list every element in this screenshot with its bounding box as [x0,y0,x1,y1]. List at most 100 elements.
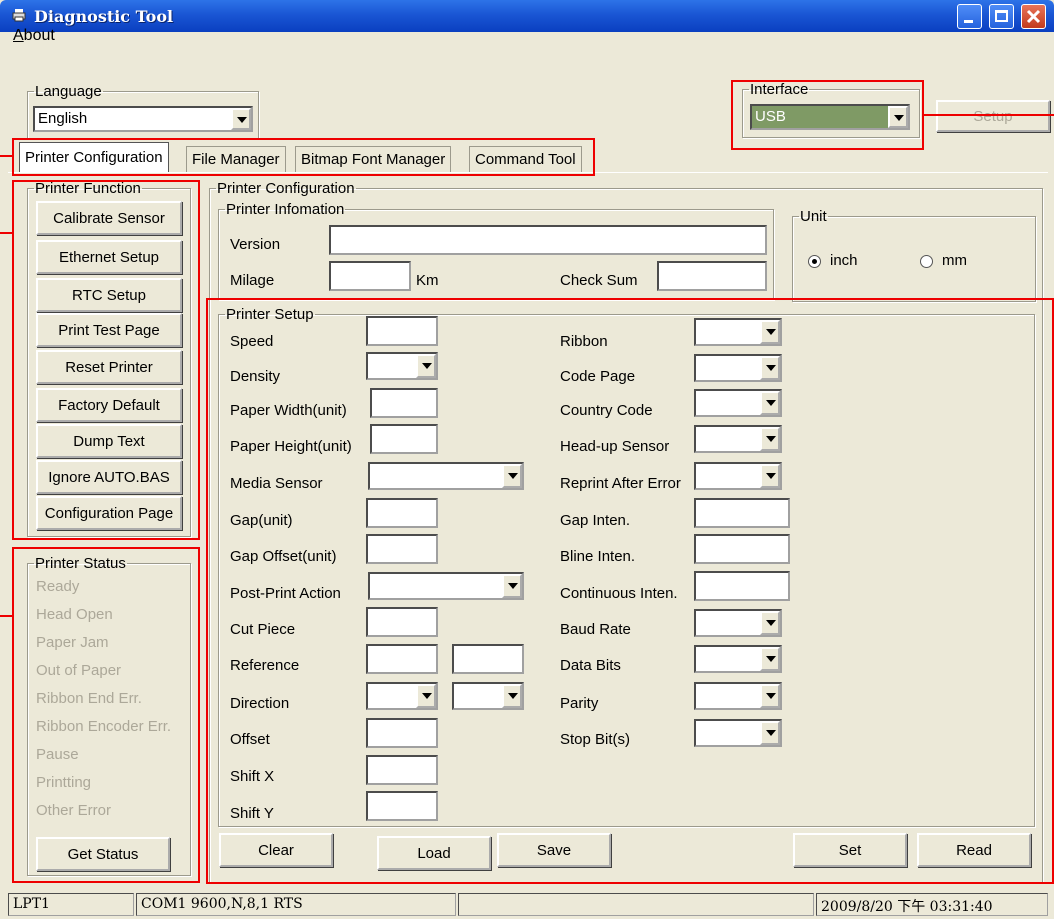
dump-text-button[interactable]: Dump Text [36,424,182,458]
printer-configuration-legend: Printer Configuration [217,180,355,197]
country-code-select[interactable] [694,389,782,417]
get-status-button[interactable]: Get Status [36,837,170,871]
load-button[interactable]: Load [377,836,491,870]
status-pause: Pause [36,746,79,763]
mm-radio[interactable] [920,255,933,268]
status-out-of-paper: Out of Paper [36,662,122,679]
chevron-down-icon[interactable] [760,684,780,708]
chevron-down-icon[interactable] [760,427,780,451]
ethernet-setup-button[interactable]: Ethernet Setup [36,240,182,274]
data-bits-label: Data Bits [560,657,621,674]
chevron-down-icon[interactable] [760,464,780,488]
gap-field[interactable] [366,498,438,528]
chevron-down-icon[interactable] [760,721,780,745]
post-print-select[interactable] [368,572,524,600]
tab-file-manager[interactable]: File Manager [186,146,286,173]
tab-baseline [8,172,1048,173]
shift-x-field[interactable] [366,755,438,785]
parity-label: Parity [560,695,599,712]
mirror-select[interactable] [452,682,524,710]
offset-field[interactable] [366,718,438,748]
chevron-down-icon[interactable] [231,108,251,130]
statusbar-port: LPT1 [8,893,134,916]
clear-button[interactable]: Clear [219,833,333,867]
chevron-down-icon[interactable] [760,320,780,344]
chevron-down-icon[interactable] [760,647,780,671]
chevron-down-icon[interactable] [502,464,522,488]
media-sensor-select[interactable] [368,462,524,490]
print-test-page-button[interactable]: Print Test Page [36,313,182,347]
read-button[interactable]: Read [917,833,1031,867]
baud-rate-select[interactable] [694,609,782,637]
close-button[interactable] [1021,4,1046,29]
data-bits-select[interactable] [694,645,782,673]
maximize-button[interactable] [989,4,1014,29]
paper-width-label: Paper Width(unit) [230,402,347,419]
title-bar[interactable]: Diagnostic Tool [0,0,1054,32]
highlight-line-function [0,232,14,234]
tab-printer-configuration[interactable]: Printer Configuration [19,142,169,173]
country-code-label: Country Code [560,402,653,419]
ribbon-select[interactable] [694,318,782,346]
statusbar-empty [458,893,814,916]
language-select[interactable]: English [33,106,253,132]
reference-x-field[interactable] [366,644,438,674]
headup-sensor-label: Head-up Sensor [560,438,670,455]
milage-field[interactable] [329,261,411,291]
menu-about[interactable]: About [13,27,55,45]
bline-inten-field[interactable] [694,534,790,564]
speed-field[interactable] [366,316,438,346]
chevron-down-icon[interactable] [760,356,780,380]
interface-value: USB [755,108,786,125]
factory-default-button[interactable]: Factory Default [36,388,182,422]
code-page-select[interactable] [694,354,782,382]
shift-y-label: Shift Y [230,805,274,822]
chevron-down-icon[interactable] [760,391,780,415]
interface-select[interactable]: USB [750,104,910,130]
headup-sensor-select[interactable] [694,425,782,453]
bline-inten-label: Bline Inten. [560,548,636,565]
cut-piece-field[interactable] [366,607,438,637]
shift-y-field[interactable] [366,791,438,821]
chevron-down-icon[interactable] [760,611,780,635]
chevron-down-icon[interactable] [416,684,436,708]
paper-width-field[interactable] [370,388,438,418]
cut-piece-label: Cut Piece [230,621,296,638]
tab-bitmap-font-manager[interactable]: Bitmap Font Manager [295,146,452,173]
calibrate-sensor-button[interactable]: Calibrate Sensor [36,201,182,235]
direction-select[interactable] [366,682,438,710]
mm-label: mm [942,252,967,269]
ignore-auto-bas-button[interactable]: Ignore AUTO.BAS [36,460,182,494]
set-button[interactable]: Set [793,833,907,867]
unit-group: Unit [792,209,1036,302]
minimize-icon [964,20,973,23]
inch-label: inch [830,252,858,269]
reset-printer-button[interactable]: Reset Printer [36,350,182,384]
paper-height-field[interactable] [370,424,438,454]
reprint-select[interactable] [694,462,782,490]
chevron-down-icon[interactable] [502,574,522,598]
printer-information-legend: Printer Infomation [226,201,345,218]
version-label: Version [230,236,281,253]
gap-offset-field[interactable] [366,534,438,564]
inch-radio[interactable] [808,255,821,268]
save-button[interactable]: Save [497,833,611,867]
stop-bits-select[interactable] [694,719,782,747]
media-sensor-label: Media Sensor [230,475,323,492]
tab-command-tool[interactable]: Command Tool [469,146,582,173]
version-field[interactable] [329,225,767,255]
checksum-field[interactable] [657,261,767,291]
ribbon-label: Ribbon [560,333,608,350]
minimize-button[interactable] [957,4,982,29]
chevron-down-icon[interactable] [502,684,522,708]
rtc-setup-button[interactable]: RTC Setup [36,278,182,312]
chevron-down-icon[interactable] [416,354,436,378]
reference-y-field[interactable] [452,644,524,674]
continuous-inten-field[interactable] [694,571,790,601]
density-select[interactable] [366,352,438,380]
configuration-page-button[interactable]: Configuration Page [36,496,182,530]
chevron-down-icon[interactable] [888,106,908,128]
setup-button[interactable]: Setup [936,100,1050,132]
parity-select[interactable] [694,682,782,710]
gap-inten-field[interactable] [694,498,790,528]
